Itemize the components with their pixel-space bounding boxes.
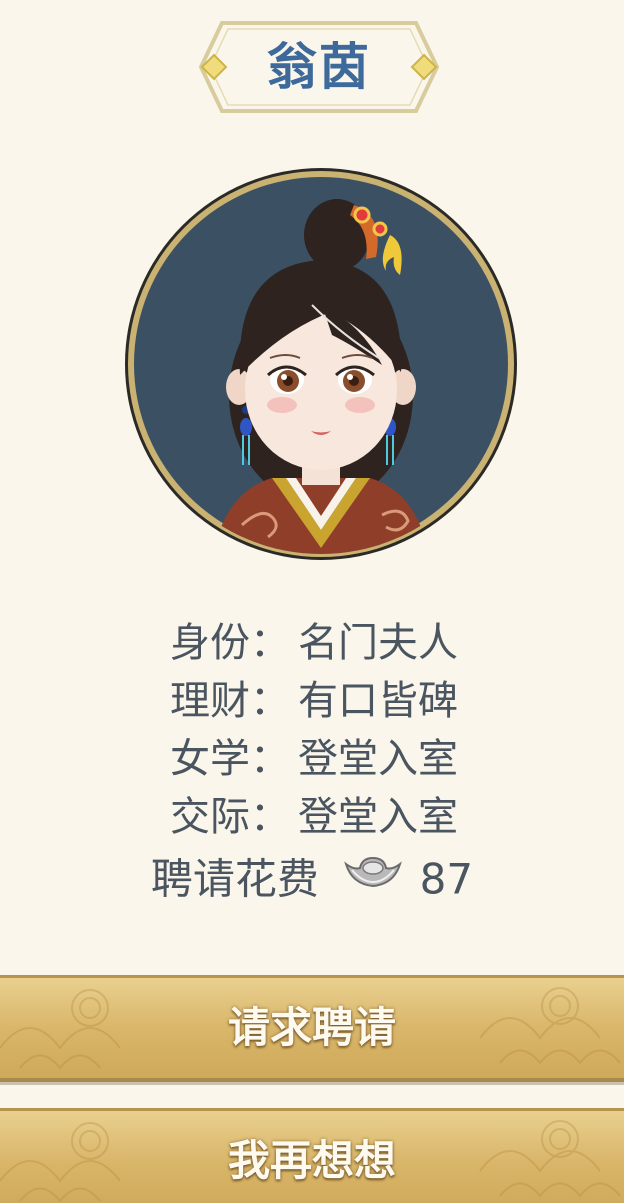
attribute-row-finance: 理财： 有口皆碑 — [0, 672, 624, 730]
hire-cost: 聘请花费 87 — [0, 846, 624, 908]
character-name: 翁茵 — [267, 38, 371, 96]
attribute-row-scholarship: 女学： 登堂入室 — [0, 730, 624, 788]
think-again-label: 我再想想 — [227, 1136, 396, 1185]
cost-label: 聘请花费 — [150, 854, 319, 904]
think-again-button[interactable]: 我再想想 — [0, 1108, 624, 1203]
attribute-label: 理财： — [170, 678, 290, 724]
attribute-row-social: 交际： 登堂入室 — [0, 788, 624, 846]
attribute-label: 交际： — [170, 794, 290, 840]
character-portrait — [122, 165, 520, 563]
attribute-value: 登堂入室 — [298, 794, 458, 840]
request-hire-label: 请求聘请 — [227, 1003, 396, 1052]
attribute-list: 身份： 名门夫人 理财： 有口皆碑 女学： 登堂入室 交际： 登堂入室 聘请花费 87 — [0, 614, 624, 908]
lady-portrait-icon — [125, 168, 517, 560]
attribute-value: 登堂入室 — [298, 736, 458, 782]
attribute-label: 身份： — [170, 620, 290, 666]
cost-amount: 87 — [419, 854, 474, 904]
title-plaque: 翁茵 — [198, 20, 440, 114]
attribute-value: 有口皆碑 — [298, 678, 458, 724]
hire-dialog: 翁茵 身份： 名门夫人 理财： 有口皆碑 女学： 登堂入室 交际： 登堂入室 聘… — [0, 0, 624, 1203]
attribute-label: 女学： — [170, 736, 290, 782]
attribute-row-identity: 身份： 名门夫人 — [0, 614, 624, 672]
silver-ingot-icon — [344, 849, 403, 911]
attribute-value: 名门夫人 — [298, 620, 458, 666]
request-hire-button[interactable]: 请求聘请 — [0, 975, 624, 1082]
